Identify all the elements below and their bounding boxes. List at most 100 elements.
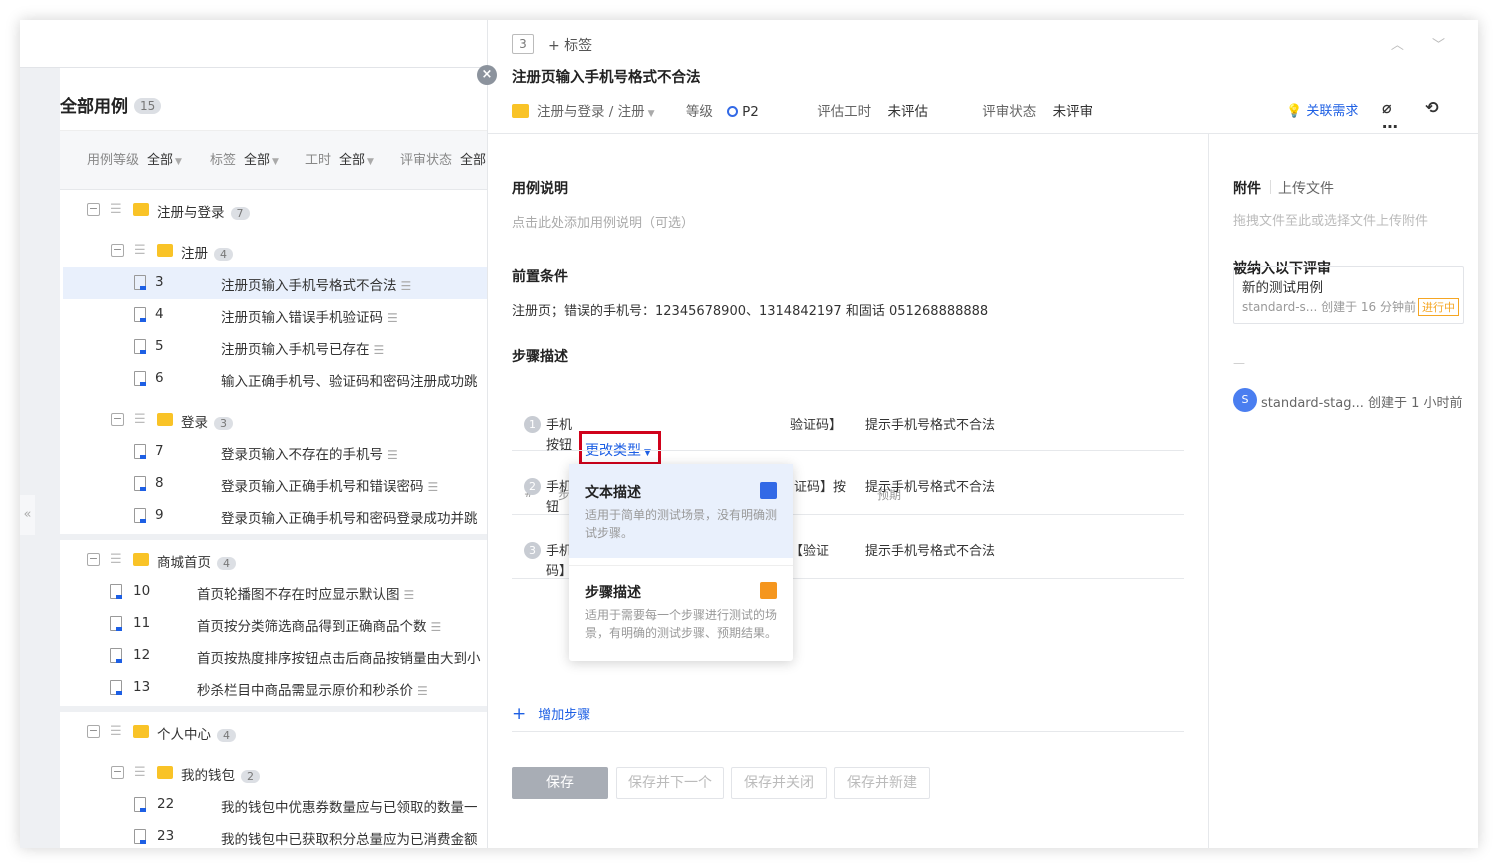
folder-name: 商城首页	[157, 555, 211, 571]
case-number: 22	[157, 796, 175, 812]
case-row[interactable]: 5 注册页输入手机号已存在 ☰	[60, 331, 490, 363]
collapse-toggle-icon[interactable]: −	[87, 725, 100, 738]
tree-folder-row[interactable]: − ☰ 注册 4	[60, 235, 490, 267]
level-label: 等级	[685, 104, 713, 120]
step-action-tail: 【验证	[790, 544, 830, 559]
group-divider	[60, 706, 490, 712]
case-name: 首页按分类筛选商品得到正确商品个数 ☰	[197, 619, 442, 635]
collapse-toggle-icon[interactable]: −	[111, 244, 124, 257]
case-row[interactable]: 6 输入正确手机号、验证码和密码注册成功跳	[60, 363, 490, 395]
close-drawer-button[interactable]: ×	[477, 65, 497, 85]
filter-bar: 用例等级 全部 ▼ 标签 全部 ▼ 工时 全部 ▼ 评审状态 全部	[60, 130, 490, 190]
case-name: 注册页输入手机号格式不合法 ☰	[221, 278, 412, 294]
tree-folder-row[interactable]: − ☰ 登录 3	[60, 404, 490, 436]
case-row[interactable]: 4 注册页输入错误手机验证码 ☰	[60, 299, 490, 331]
case-id: 3	[512, 34, 534, 54]
case-row-selected[interactable]: 3 注册页输入手机号格式不合法 ☰	[63, 267, 490, 299]
level-value[interactable]: P2	[727, 104, 759, 120]
review-card[interactable]: 新的测试用例 standard-s... 创建于 16 分钟前 进行中	[1233, 266, 1464, 324]
precondition-text[interactable]: 注册页；错误的手机号：12345678900、1314842197 和固话 05…	[512, 300, 988, 319]
avatar: S	[1233, 388, 1257, 412]
save-button[interactable]: 保存	[512, 767, 608, 799]
case-row[interactable]: 12 首页按热度排序按钮点击后商品按销量由大到小	[60, 640, 490, 672]
step-action[interactable]: 手机	[546, 414, 572, 433]
save-close-button[interactable]: 保存并关闭	[731, 767, 827, 799]
case-name: 登录页输入正确手机号和密码登录成功并跳	[221, 511, 478, 527]
collapse-toggle-icon[interactable]: −	[87, 203, 100, 216]
filter-review[interactable]: 评审状态 全部	[400, 149, 486, 168]
attach-dropzone[interactable]: 拖拽文件至此或选择文件上传附件	[1233, 210, 1428, 229]
tree-folder-row[interactable]: − ☰ 商城首页 4	[60, 544, 490, 576]
divider	[1270, 180, 1271, 194]
detail-sidebar: 附件 上传文件 拖拽文件至此或选择文件上传附件 被纳入以下评审 新的测试用例 s…	[1208, 134, 1478, 848]
case-name: 登录页输入正确手机号和错误密码 ☰	[221, 479, 439, 495]
checklist-icon: ☰	[110, 552, 122, 567]
filter-level[interactable]: 用例等级 全部 ▼	[87, 149, 182, 168]
case-number: 6	[155, 370, 164, 386]
case-row[interactable]: 7 登录页输入不存在的手机号 ☰	[60, 436, 490, 468]
case-number: 13	[133, 679, 151, 695]
upload-file-button[interactable]: 上传文件	[1278, 178, 1334, 198]
collapse-sidebar-button[interactable]: «	[20, 495, 35, 535]
tree-folder-row[interactable]: − ☰ 注册与登录 7	[60, 194, 490, 226]
save-new-button[interactable]: 保存并新建	[834, 767, 930, 799]
folder-count-badge: 7	[230, 207, 250, 220]
step-expect[interactable]: 提示手机号格式不合法	[865, 540, 995, 559]
prev-next-arrows[interactable]: ︿ ﹀	[1391, 34, 1457, 53]
option-text-description[interactable]: 文本描述 适用于简单的测试场景，没有明确测试步骤。	[569, 464, 793, 558]
case-row[interactable]: 13 秒杀栏目中商品需显示原价和秒杀价 ☰	[60, 672, 490, 704]
toolbar-icons[interactable]: ⌀ ⟲ ⋯	[1382, 98, 1478, 136]
add-tag-button[interactable]: + 标签	[548, 35, 592, 55]
option-title: 步骤描述	[585, 585, 641, 601]
folder-name: 我的钱包	[181, 768, 235, 784]
dropdown-divider	[569, 565, 793, 566]
case-name: 首页按热度排序按钮点击后商品按销量由大到小	[197, 651, 481, 667]
save-next-button[interactable]: 保存并下一个	[616, 767, 724, 799]
checklist-icon: ☰	[134, 412, 146, 427]
case-doc-icon	[110, 616, 122, 631]
collapse-toggle-icon[interactable]: −	[111, 766, 124, 779]
collapse-toggle-icon[interactable]: −	[111, 413, 124, 426]
filter-hours[interactable]: 工时 全部 ▼	[305, 149, 374, 168]
steps-heading: 步骤描述	[512, 349, 568, 365]
folder-icon	[133, 553, 149, 566]
case-name: 输入正确手机号、验证码和密码注册成功跳	[221, 374, 478, 390]
description-input[interactable]: 点击此处添加用例说明（可选）	[512, 212, 694, 231]
folder-name: 注册	[181, 246, 208, 262]
option-step-description[interactable]: 步骤描述 适用于需要每一个步骤进行测试的场景，有明确的测试步骤、预期结果。	[569, 567, 793, 661]
case-row[interactable]: 10 首页轮播图不存在时应显示默认图 ☰	[60, 576, 490, 608]
step-expect[interactable]: 提示手机号格式不合法	[865, 476, 995, 495]
case-number: 8	[155, 475, 164, 491]
case-number: 9	[155, 507, 164, 523]
add-step-button[interactable]: + 增加步骤	[512, 704, 1184, 732]
filter-tag[interactable]: 标签 全部 ▼	[210, 149, 279, 168]
tree-folder-row[interactable]: − ☰ 个人中心 4	[60, 716, 490, 748]
group-divider	[60, 534, 490, 540]
priority-dot-icon	[727, 106, 739, 117]
collapse-toggle-icon[interactable]: −	[87, 553, 100, 566]
case-row[interactable]: 22 我的钱包中优惠券数量应与已领取的数量一	[60, 789, 490, 821]
step-expect[interactable]: 提示手机号格式不合法	[865, 414, 995, 433]
step-list-icon	[760, 582, 777, 599]
case-row[interactable]: 11 首页按分类筛选商品得到正确商品个数 ☰	[60, 608, 490, 640]
folder-count-badge: 4	[217, 729, 236, 742]
tree-folder-row[interactable]: − ☰ 我的钱包 2	[60, 757, 490, 789]
case-doc-icon	[134, 339, 146, 354]
link-requirement-button[interactable]: 💡 关联需求	[1286, 100, 1358, 119]
case-doc-icon	[134, 275, 146, 290]
case-path[interactable]: 注册与登录 / 注册	[537, 104, 645, 120]
plus-icon: +	[512, 704, 527, 724]
step-number: 1	[524, 416, 541, 433]
case-row[interactable]: 8 登录页输入正确手机号和错误密码 ☰	[60, 468, 490, 500]
case-name: 秒杀栏目中商品需显示原价和秒杀价 ☰	[197, 683, 428, 699]
hours-value[interactable]: 未评估	[887, 104, 928, 120]
text-doc-icon	[760, 482, 777, 499]
case-title[interactable]: 注册页输入手机号格式不合法	[512, 66, 701, 87]
activity-divider: —	[1233, 356, 1245, 370]
case-row[interactable]: 9 登录页输入正确手机号和密码登录成功并跳	[60, 500, 490, 532]
case-detail-drawer: 3 + 标签 ︿ ﹀ 注册页输入手机号格式不合法 注册与登录 / 注册 ▼ 等级 …	[487, 20, 1478, 848]
checklist-icon: ☰	[110, 724, 122, 739]
step-row[interactable]: 1 手机 按钮 验证码】 提示手机号格式不合法	[512, 396, 1184, 453]
folder-icon	[133, 203, 149, 216]
case-row[interactable]: 23 我的钱包中已获取积分总量应为已消费金额	[60, 821, 490, 848]
